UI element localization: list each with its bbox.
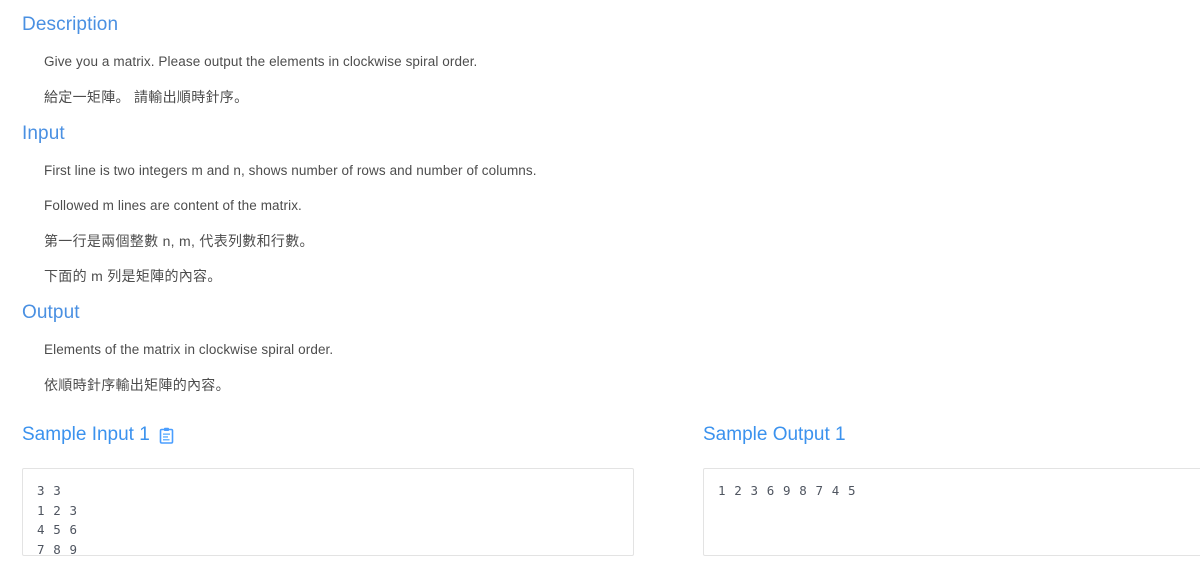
- sample-input-heading: Sample Input 1: [22, 424, 150, 445]
- problem-statement-page: Description Give you a matrix. Please ou…: [0, 0, 1200, 562]
- sample-output-content: 1 2 3 6 9 8 7 4 5: [718, 483, 857, 498]
- sample-output-heading-row: Sample Output 1: [703, 424, 1200, 446]
- input-paragraph-en-2: Followed m lines are content of the matr…: [44, 198, 302, 213]
- description-heading: Description: [22, 14, 119, 35]
- description-paragraph-zh: 給定一矩陣。 請輸出順時針序。: [44, 89, 249, 105]
- output-heading: Output: [22, 302, 80, 323]
- input-paragraph-en-1: First line is two integers m and n, show…: [44, 163, 537, 178]
- output-paragraph-zh: 依順時針序輸出矩陣的內容。: [44, 377, 230, 393]
- sample-output-section: Sample Output 1 1 2 3 6 9 8 7 4 5: [703, 424, 1200, 556]
- sample-input-box: 3 3 1 2 3 4 5 6 7 8 9: [22, 468, 634, 556]
- output-paragraph-en: Elements of the matrix in clockwise spir…: [44, 342, 334, 357]
- sample-input-section: Sample Input 1 3 3 1 2 3 4 5 6 7 8 9: [22, 424, 634, 556]
- input-heading: Input: [22, 123, 65, 144]
- sample-output-heading: Sample Output 1: [703, 424, 846, 445]
- output-section: Output Elements of the matrix in clockwi…: [22, 302, 662, 394]
- sample-input-heading-row: Sample Input 1: [22, 424, 634, 446]
- description-section: Description Give you a matrix. Please ou…: [22, 14, 662, 106]
- input-paragraph-zh-2: 下面的 m 列是矩陣的內容。: [44, 268, 222, 284]
- sample-output-box: 1 2 3 6 9 8 7 4 5: [703, 468, 1200, 556]
- sample-input-content: 3 3 1 2 3 4 5 6 7 8 9: [37, 483, 78, 556]
- description-paragraph-en: Give you a matrix. Please output the ele…: [44, 54, 478, 69]
- description-body: Give you a matrix. Please output the ele…: [22, 53, 662, 106]
- input-section: Input First line is two integers m and n…: [22, 123, 662, 285]
- input-body: First line is two integers m and n, show…: [22, 162, 662, 285]
- input-paragraph-zh-1: 第一行是兩個整數 n, m, 代表列數和行數。: [44, 233, 314, 249]
- output-body: Elements of the matrix in clockwise spir…: [22, 341, 662, 394]
- clipboard-copy-icon[interactable]: [159, 427, 174, 444]
